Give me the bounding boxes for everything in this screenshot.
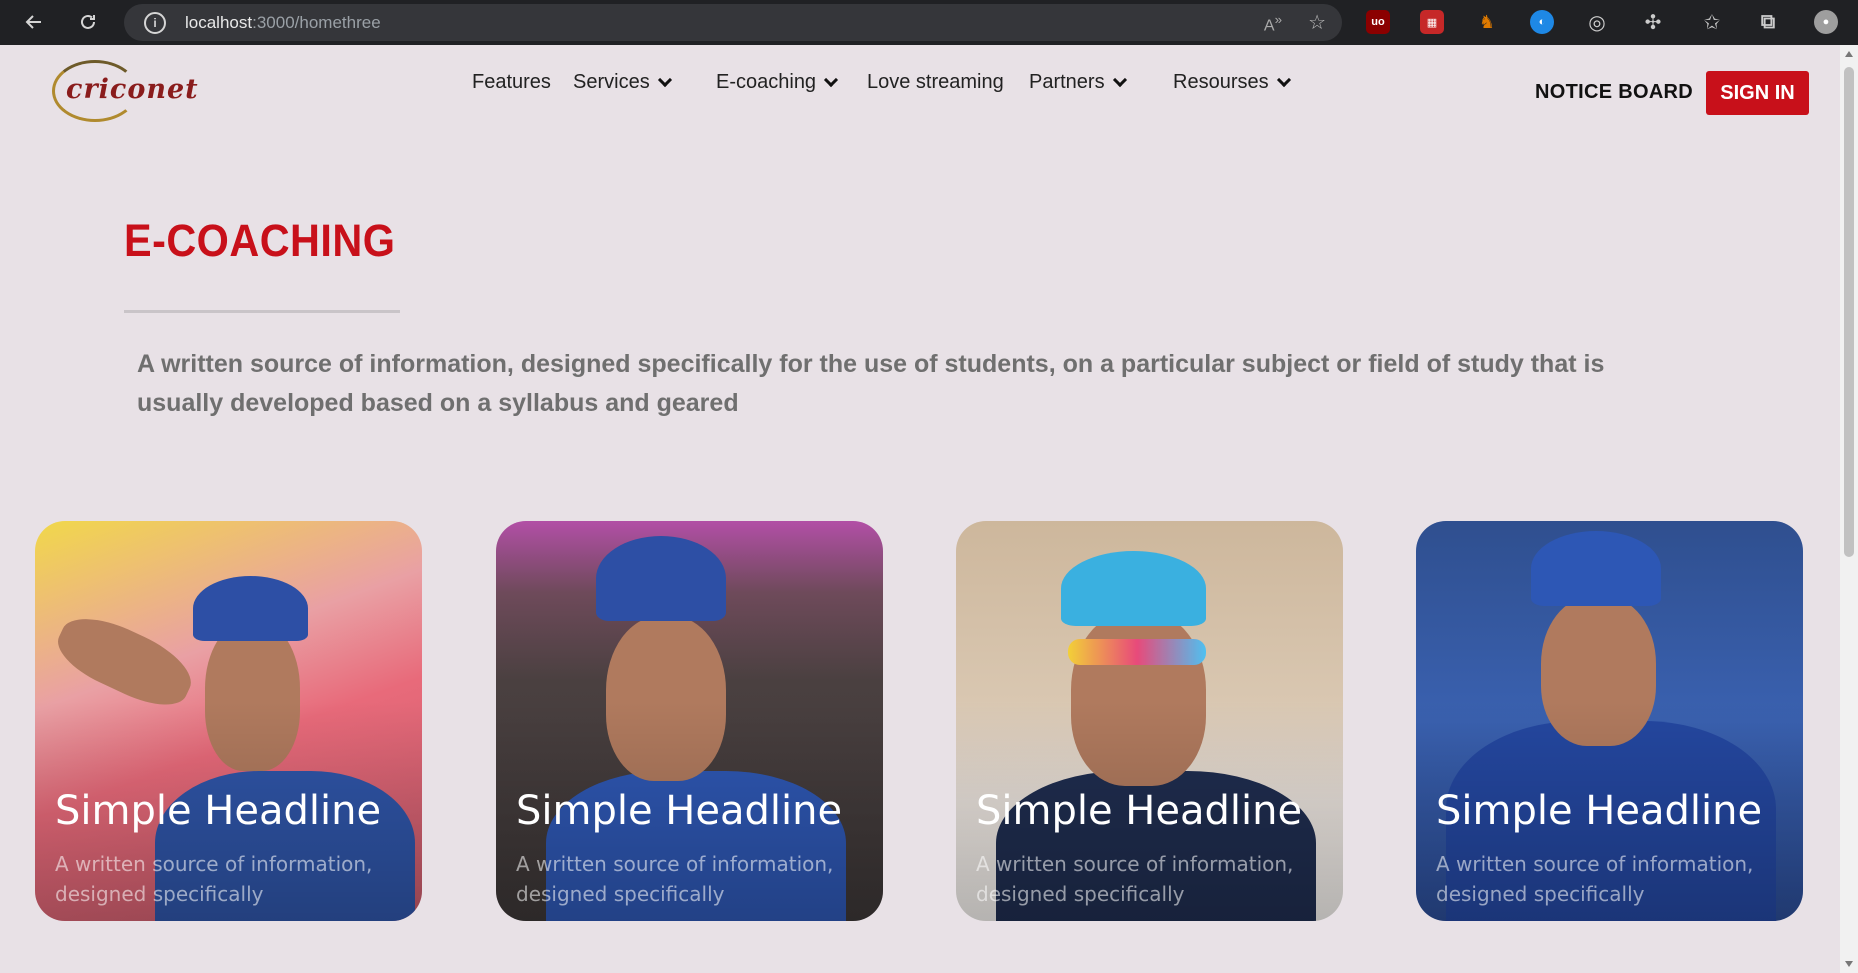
profile-avatar-icon[interactable]: ●	[1814, 10, 1838, 34]
card-caption: A written source of information, designe…	[516, 852, 834, 906]
notice-board-link[interactable]: NOTICE BOARD	[1535, 81, 1693, 104]
nav-item-services[interactable]: Services	[573, 71, 672, 94]
nav-item-love-streaming[interactable]: Love streaming	[867, 71, 1004, 94]
back-arrow-icon[interactable]	[20, 8, 48, 36]
section-title: E-COACHING	[124, 215, 396, 266]
site-info-icon[interactable]: i	[144, 12, 166, 34]
card-headline: Simple Headline	[976, 788, 1303, 834]
page-content: criconet Features Services E-coaching Lo…	[0, 45, 1840, 973]
coach-card[interactable]: Simple Headline A written source of info…	[1416, 521, 1803, 921]
sunglasses-shape	[1068, 639, 1206, 665]
nav-item-label: Resourses	[1173, 71, 1269, 93]
nav-item-label: E-coaching	[716, 71, 817, 93]
chevron-down-icon	[1276, 72, 1291, 87]
nav-item-label: Partners	[1029, 71, 1105, 93]
nav-item-resources[interactable]: Resourses	[1173, 71, 1291, 94]
puzzle-extensions-icon[interactable]: ✣	[1641, 10, 1665, 34]
coach-card[interactable]: Simple Headline A written source of info…	[35, 521, 422, 921]
section-description: A written source of information, designe…	[137, 350, 1605, 417]
card-headline: Simple Headline	[55, 788, 382, 834]
scroll-up-arrow-icon[interactable]	[1845, 51, 1853, 57]
card-caption: A written source of information, designe…	[976, 852, 1294, 906]
scroll-down-arrow-icon[interactable]	[1845, 961, 1853, 967]
card-caption: A written source of information, designe…	[1436, 852, 1754, 906]
favorites-icon[interactable]: ✩	[1700, 10, 1724, 34]
fox-extension-icon[interactable]: ♞	[1475, 10, 1499, 34]
card-headline: Simple Headline	[516, 788, 843, 834]
sign-in-button[interactable]: SIGN IN	[1706, 71, 1809, 115]
nav-item-partners[interactable]: Partners	[1029, 71, 1127, 94]
card-headline: Simple Headline	[1436, 788, 1763, 834]
card-caption: A written source of information, designe…	[55, 852, 373, 906]
circle-extension-icon[interactable]: ◐	[1530, 10, 1554, 34]
logo-text: criconet	[66, 74, 199, 105]
coach-card[interactable]: Simple Headline A written source of info…	[496, 521, 883, 921]
url-path: :3000/homethree	[252, 13, 381, 32]
url-text: localhost:3000/homethree	[185, 13, 381, 33]
chevron-down-icon	[1112, 72, 1127, 87]
add-favorite-icon[interactable]: ☆	[1308, 10, 1326, 35]
nav-item-e-coaching[interactable]: E-coaching	[716, 71, 839, 94]
url-host: localhost	[185, 13, 253, 32]
address-bar[interactable]: i localhost:3000/homethree A» ☆	[124, 4, 1342, 41]
nav-item-label: Services	[573, 71, 650, 93]
cap-shape	[1531, 531, 1661, 606]
cap-shape	[596, 536, 726, 621]
read-aloud-icon[interactable]: A»	[1264, 12, 1282, 35]
ublock-extension-icon[interactable]: uo	[1366, 10, 1390, 34]
scrollbar-thumb[interactable]	[1844, 67, 1854, 557]
coach-card[interactable]: Simple Headline A written source of info…	[956, 521, 1343, 921]
browser-toolbar: i localhost:3000/homethree A» ☆ uo ▦ ♞ ◐…	[0, 0, 1858, 45]
reload-icon[interactable]	[74, 8, 102, 36]
nav-item-label: Love streaming	[867, 71, 1004, 93]
red-extension-icon[interactable]: ▦	[1420, 10, 1444, 34]
target-extension-icon[interactable]: ◎	[1585, 10, 1609, 34]
chevron-down-icon	[657, 72, 672, 87]
nav-item-label: Features	[472, 71, 551, 93]
cap-shape	[193, 576, 308, 641]
criconet-logo[interactable]: criconet	[52, 60, 198, 122]
nav-item-features[interactable]: Features	[472, 71, 551, 94]
chevron-down-icon	[823, 72, 839, 87]
cap-shape	[1061, 551, 1206, 626]
page-scrollbar[interactable]	[1840, 45, 1858, 973]
collections-icon[interactable]: ⧉	[1756, 10, 1780, 34]
title-divider	[124, 310, 400, 313]
